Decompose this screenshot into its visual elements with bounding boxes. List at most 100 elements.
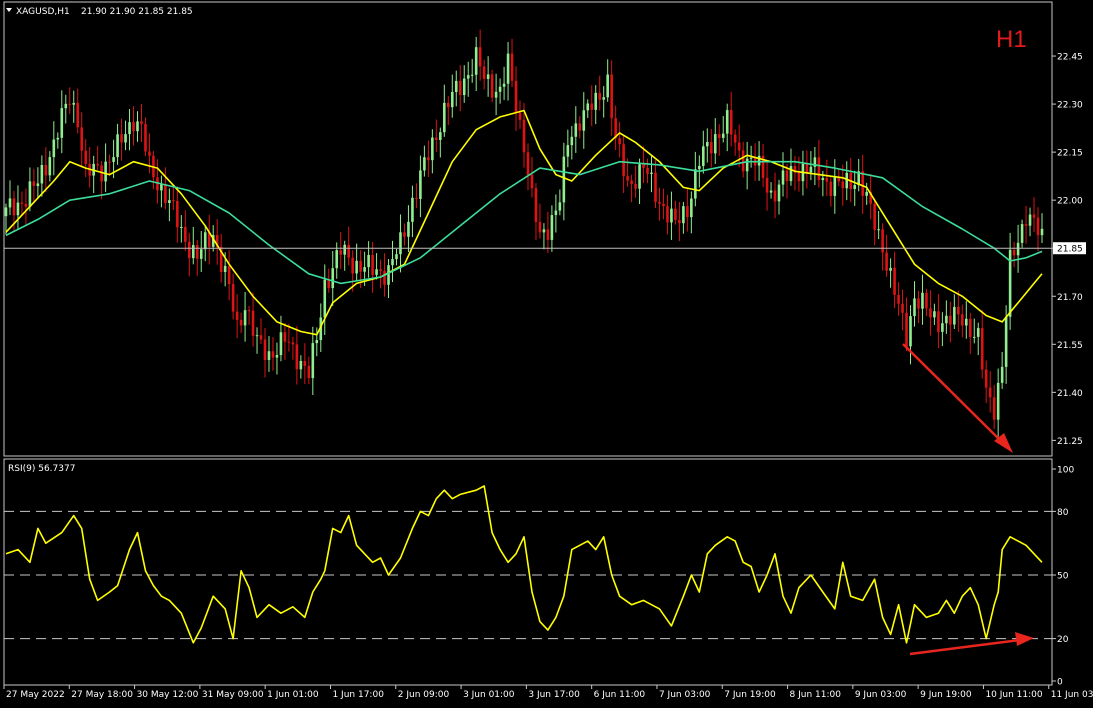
candle-body (239, 319, 243, 326)
candle-body (666, 206, 669, 223)
time-tick-label: 31 May 09:00 (202, 690, 264, 700)
candle-body (64, 103, 68, 109)
candle-body (662, 203, 665, 207)
candle-body (40, 164, 44, 184)
candle-body (407, 221, 410, 237)
candle-body (443, 102, 446, 133)
candle-body (777, 184, 781, 202)
candle-body (20, 202, 24, 204)
candle-body (542, 229, 546, 233)
rsi-tick-label: 100 (1057, 466, 1074, 476)
candle-body (80, 127, 84, 151)
candle-body (379, 269, 382, 271)
time-tick-label: 27 May 18:00 (71, 690, 133, 700)
candle-body (709, 142, 713, 154)
candle-body (36, 183, 40, 187)
candle-body (957, 306, 960, 315)
candle-body (733, 134, 737, 143)
candle-body (805, 164, 809, 173)
candle-body (984, 369, 988, 388)
price-tick-label: 21.55 (1057, 341, 1083, 351)
candle-body (897, 294, 900, 304)
candle-body (351, 257, 354, 274)
candle-body (462, 78, 466, 96)
candle-body (180, 226, 183, 228)
candle-body (187, 241, 191, 259)
candle-body (355, 260, 358, 274)
candle-body (498, 86, 502, 92)
time-tick-label: 2 Jun 09:00 (398, 690, 450, 700)
candle-body (84, 150, 87, 164)
timeframe-badge: H1 (996, 26, 1027, 53)
candle-body (526, 152, 530, 175)
candle-body (630, 180, 633, 184)
time-tick-label: 6 Jun 11:00 (594, 690, 646, 700)
candle-body (108, 161, 111, 163)
candle-body (415, 197, 418, 199)
candle-body (168, 200, 171, 203)
candle-body (427, 157, 430, 161)
candle-body (562, 156, 566, 203)
candle-body (164, 184, 167, 203)
mt4-chart-window[interactable]: 22.45 22.30 22.15 22.00 21.85 21.70 21.55 21.40… (0, 0, 1093, 708)
candle-body (968, 318, 972, 338)
candle-body (909, 316, 912, 347)
candle-body (590, 103, 594, 110)
candle-body (470, 74, 474, 76)
candle-body (905, 312, 908, 347)
candle-body (279, 332, 283, 356)
candle-body (199, 249, 203, 259)
candle-body (271, 351, 275, 358)
candle-body (259, 335, 263, 340)
candle-body (120, 134, 123, 143)
candle-body (311, 343, 315, 379)
candle-body (933, 311, 936, 318)
candle-body (522, 119, 526, 153)
candle-body (586, 103, 590, 111)
time-tick-label: 1 Jun 17:00 (332, 690, 384, 700)
candle-body (12, 198, 16, 216)
candle-body (48, 157, 52, 176)
candle-body (566, 145, 570, 157)
price-tick-label: 22.30 (1057, 101, 1083, 111)
candle-body (861, 171, 864, 196)
price-tick-label: 21.70 (1057, 293, 1083, 303)
candle-body (606, 74, 609, 98)
candle-body (446, 102, 450, 108)
candle-body (359, 260, 362, 272)
time-tick-label: 3 Jun 01:00 (463, 690, 515, 700)
candle-body (618, 138, 621, 145)
candle-body (490, 74, 494, 98)
candle-body (650, 172, 653, 174)
candle-body (16, 202, 20, 216)
candle-body (160, 184, 163, 191)
candle-body (646, 167, 649, 174)
candle-body (749, 157, 753, 159)
time-tick-label: 30 May 12:00 (137, 690, 199, 700)
rsi-title: RSI(9) 56.7377 (8, 464, 75, 474)
rsi-tick-label: 20 (1057, 635, 1069, 645)
candle-body (450, 92, 454, 108)
candle-body (419, 170, 422, 199)
candle-body (247, 310, 251, 312)
candle-body (1000, 366, 1004, 383)
price-tick-label: 21.25 (1057, 437, 1083, 447)
candle-body (223, 265, 227, 273)
candle-body (785, 170, 789, 182)
candle-body (992, 397, 996, 420)
current-price-label: 21.85 (1057, 245, 1083, 255)
candle-body (889, 267, 892, 271)
candle-body (729, 110, 733, 135)
price-tick-label: 22.00 (1057, 197, 1083, 207)
candle-body (144, 124, 147, 152)
candle-body (295, 344, 299, 370)
price-tick-label: 22.45 (1057, 53, 1083, 63)
candle-body (773, 190, 777, 202)
candle-body (988, 387, 992, 398)
candle-body (546, 229, 550, 240)
candle-body (347, 244, 350, 258)
candle-body (28, 181, 32, 207)
candle-body (725, 110, 729, 134)
candle-body (602, 97, 605, 100)
rsi-tick-label: 50 (1057, 572, 1069, 582)
